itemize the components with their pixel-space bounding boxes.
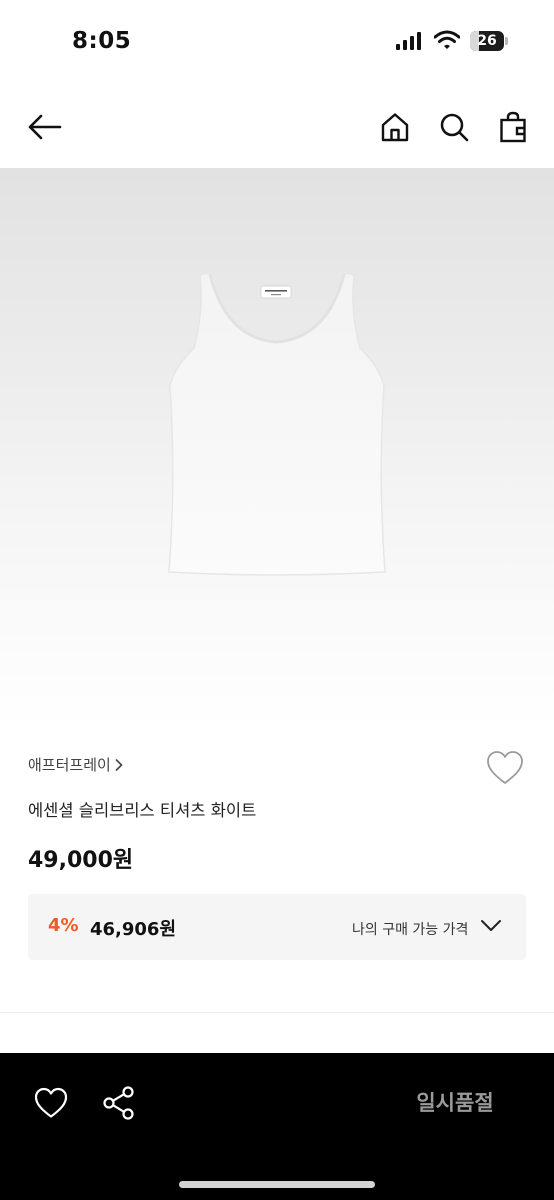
wishlist-heart-icon[interactable] <box>486 750 524 786</box>
back-arrow-icon <box>28 114 62 140</box>
share-icon[interactable] <box>102 1085 136 1121</box>
home-indicator[interactable] <box>179 1181 375 1188</box>
section-divider <box>0 1012 554 1013</box>
tank-top-illustration <box>168 272 386 576</box>
soldout-button[interactable]: 일시품절 <box>390 1081 520 1125</box>
discount-price: 46,906원 <box>90 919 177 940</box>
status-time: 8:05 <box>72 28 132 54</box>
product-price: 49,000원 <box>28 848 134 873</box>
battery-percent: 26 <box>477 33 497 49</box>
search-icon <box>440 113 469 142</box>
cellular-signal-icon <box>396 32 421 50</box>
chevron-right-icon <box>115 758 123 771</box>
home-button[interactable] <box>372 104 418 150</box>
shopping-bag-icon <box>500 111 526 143</box>
product-name: 에센셜 슬리브리스 티셔츠 화이트 <box>28 801 257 820</box>
shopping-bag-button[interactable] <box>490 104 536 150</box>
discount-rate: 4% <box>48 915 79 936</box>
search-button[interactable] <box>431 104 477 150</box>
brand-name: 애프터프레이 <box>28 756 111 774</box>
my-price-box[interactable]: 4% 46,906원 나의 구매 가능 가격 <box>28 894 526 960</box>
back-button[interactable] <box>22 104 68 150</box>
brand-link[interactable]: 애프터프레이 <box>28 754 123 775</box>
wifi-icon <box>434 30 460 49</box>
chevron-down-icon[interactable] <box>480 918 502 934</box>
bottom-action-bar: 일시품절 <box>0 1053 554 1200</box>
battery-icon: 26 <box>470 31 508 51</box>
heart-icon[interactable] <box>34 1087 68 1119</box>
product-image[interactable] <box>0 168 554 730</box>
my-price-label: 나의 구매 가능 가격 <box>352 922 469 938</box>
status-bar: 8:05 26 <box>0 0 554 84</box>
top-nav-bar <box>0 96 554 158</box>
home-icon <box>381 113 409 142</box>
